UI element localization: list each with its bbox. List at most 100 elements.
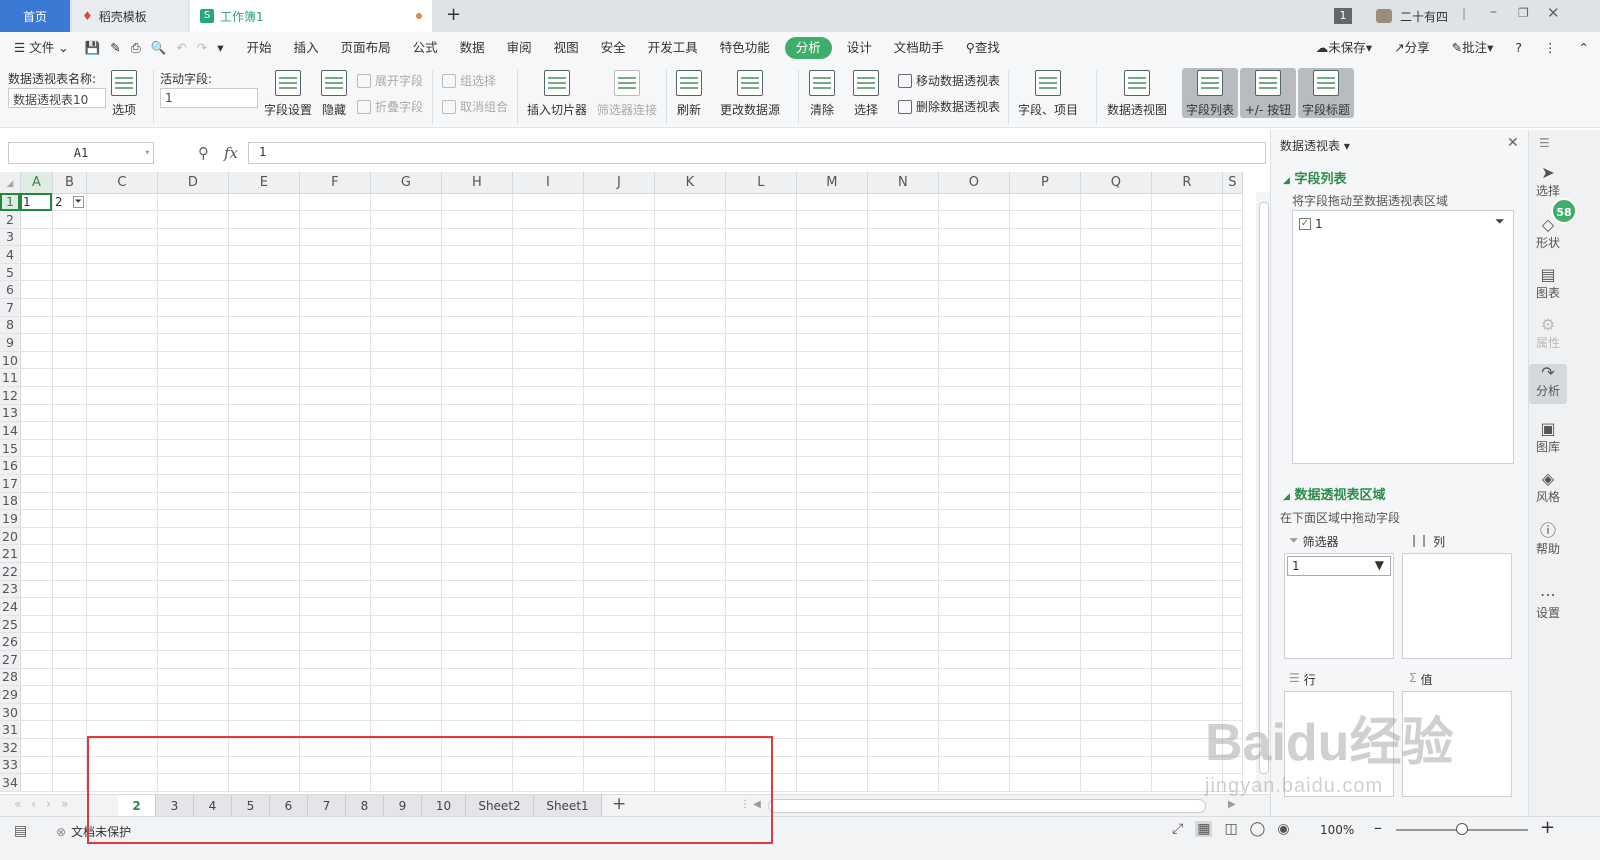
grid-cell[interactable] [867,474,939,493]
grid-cell[interactable] [20,474,53,493]
grid-cell[interactable] [725,492,797,511]
grid-cell[interactable] [583,668,655,687]
grid-cell[interactable] [86,597,158,616]
grid-cell[interactable] [938,738,1010,757]
pivot-chart-button[interactable]: 数据透视图 [1107,70,1167,118]
grid-cell[interactable] [441,386,513,405]
grid-cell[interactable] [867,650,939,669]
grid-cell[interactable] [796,756,868,775]
menu-special[interactable]: 特色功能 [709,37,781,59]
grid-cell[interactable] [299,351,371,370]
grid-cell[interactable] [86,668,158,687]
save-icon[interactable]: 💾 [80,37,106,59]
sidebar-chart[interactable]: ▤ 图表 [1529,266,1567,301]
grid-cell[interactable] [20,738,53,757]
zoom-slider-thumb[interactable] [1456,823,1468,835]
grid-cell[interactable] [1080,351,1152,370]
grid-cell[interactable] [1222,773,1243,792]
grid-cell[interactable] [938,386,1010,405]
grid-cell[interactable] [441,668,513,687]
grid-cell[interactable] [86,245,158,264]
grid-cell[interactable] [583,562,655,581]
grid-cell[interactable] [1151,210,1223,229]
cell-a1[interactable]: 1 [20,193,53,212]
grid-cell[interactable] [1222,386,1243,405]
grid-cell[interactable] [86,562,158,581]
eye-protect-icon[interactable]: ◉ [1277,821,1289,837]
grid-cell[interactable] [512,527,584,546]
grid-cell[interactable] [228,228,300,247]
sidebar-help[interactable]: ⓘ 帮助 [1529,522,1567,557]
grid-cell[interactable] [654,439,726,458]
sidebar-analyze[interactable]: ↷ 分析 [1529,364,1567,404]
grid-cell[interactable] [583,228,655,247]
row-header[interactable]: 22 [0,562,21,581]
grid-cell[interactable] [867,245,939,264]
minimize-icon[interactable]: – [1490,4,1497,20]
grid-cell[interactable] [1080,773,1152,792]
grid-cell[interactable] [20,527,53,546]
grid-cell[interactable] [370,562,442,581]
grid-cell[interactable] [867,668,939,687]
grid-cell[interactable] [228,404,300,423]
column-header[interactable]: S [1222,172,1243,194]
row-header[interactable]: 23 [0,580,21,599]
grid-cell[interactable] [299,615,371,634]
grid-cell[interactable] [583,509,655,528]
grid-cell[interactable] [1009,316,1081,335]
ungroup-button[interactable]: 取消组合 [442,98,508,115]
grid-cell[interactable] [938,562,1010,581]
grid-cell[interactable] [938,210,1010,229]
grid-cell[interactable] [583,193,655,212]
grid-cell[interactable] [512,404,584,423]
grid-cell[interactable] [1151,562,1223,581]
grid-cell[interactable] [299,263,371,282]
grid-cell[interactable] [796,263,868,282]
grid-cell[interactable] [796,368,868,388]
row-header[interactable]: 33 [0,756,21,775]
grid-cell[interactable] [370,245,442,264]
grid-cell[interactable] [1222,351,1243,370]
grid-cell[interactable] [654,351,726,370]
grid-cell[interactable] [1009,386,1081,405]
grid-cell[interactable] [796,351,868,370]
grid-cell[interactable] [370,386,442,405]
grid-cell[interactable] [1151,597,1223,616]
grid-cell[interactable] [654,368,726,388]
grid-cell[interactable] [867,580,939,599]
grid-cell[interactable] [796,386,868,405]
hide-button[interactable]: 隐藏 [321,70,347,118]
active-field-input[interactable]: 1 [160,88,258,108]
column-header[interactable]: H [441,172,513,194]
grid-cell[interactable] [441,316,513,335]
grid-cell[interactable] [228,668,300,687]
grid-cell[interactable] [583,210,655,229]
grid-cell[interactable] [299,193,371,212]
grid-cell[interactable] [86,439,158,458]
skin-icon[interactable]: | [1462,6,1466,20]
menu-developer[interactable]: 开发工具 [637,37,709,59]
menu-page-layout[interactable]: 页面布局 [330,37,402,59]
grid-cell[interactable] [796,544,868,563]
grid-cell[interactable] [1222,228,1243,247]
grid-cell[interactable] [1222,492,1243,511]
grid-cell[interactable] [86,316,158,335]
grid-cell[interactable] [1151,738,1223,757]
row-header[interactable]: 15 [0,439,21,458]
insert-slicer-button[interactable]: 插入切片器 [527,70,587,118]
grid-cell[interactable] [796,298,868,317]
grid-cell[interactable] [370,544,442,563]
grid-cell[interactable] [512,351,584,370]
menu-security[interactable]: 安全 [590,37,637,59]
grid-cell[interactable] [867,720,939,739]
grid-cell[interactable] [654,386,726,405]
hscroll-right-icon[interactable]: ▶ [1228,799,1236,810]
grid-cell[interactable] [867,280,939,300]
zoom-level[interactable]: 100% [1320,823,1354,837]
grid-cell[interactable] [1151,228,1223,247]
grid-cell[interactable] [654,456,726,475]
grid-cell[interactable] [725,580,797,599]
grid-cell[interactable] [725,632,797,651]
grid-cell[interactable] [86,193,158,212]
grid-cell[interactable] [1151,685,1223,704]
